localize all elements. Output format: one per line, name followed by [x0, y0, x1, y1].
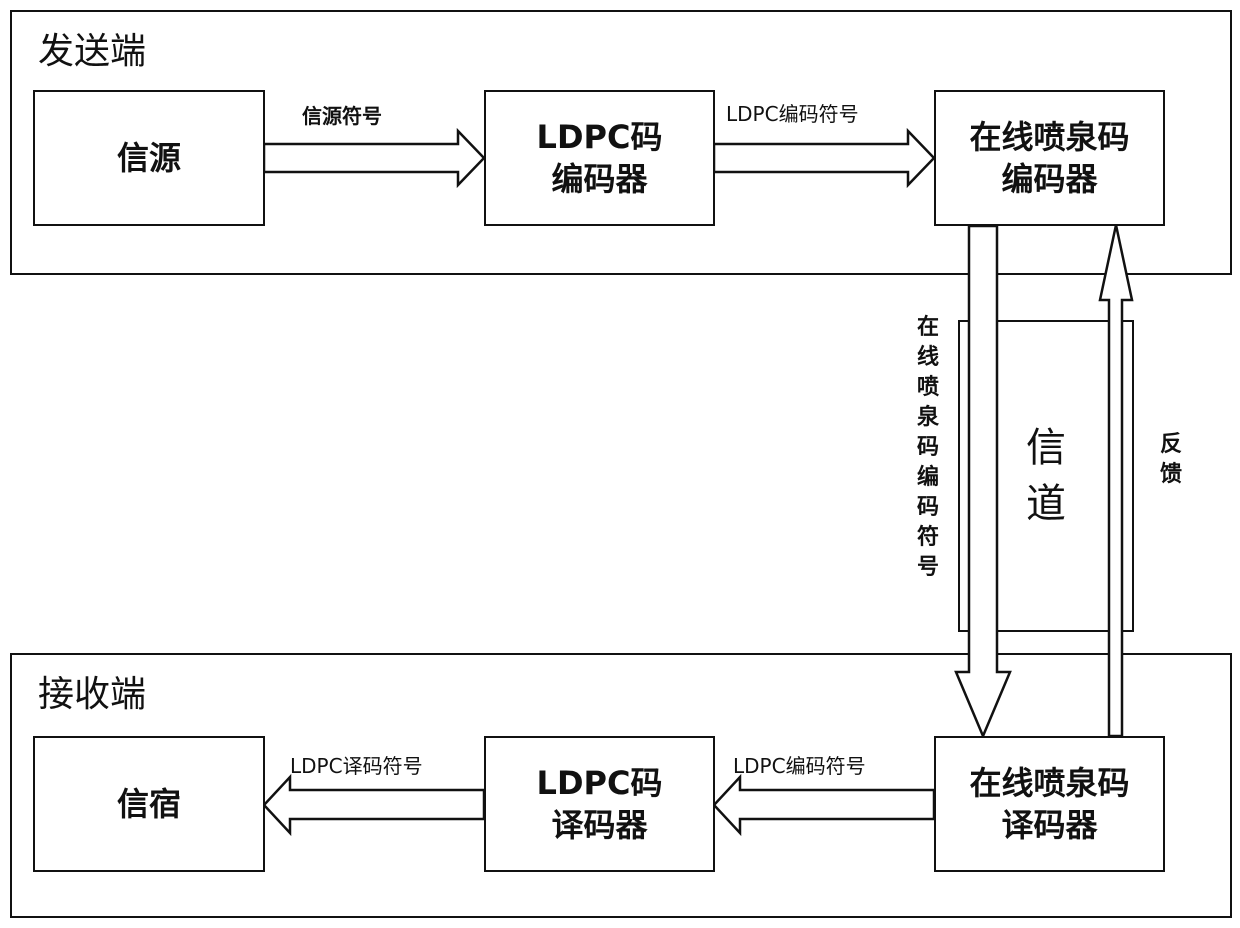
fountain-decoder-label-1: 在线喷泉码 [969, 764, 1130, 802]
label-ldpc-encoded-symbols-tx: LDPC编码符号 [726, 102, 859, 126]
ldpc-encoder-label-2: 编码器 [551, 160, 648, 198]
source-block: 信源 [33, 90, 265, 226]
ldpc-encoder-block: LDPC码 编码器 [484, 90, 715, 226]
label-ldpc-encoded-symbols-rx: LDPC编码符号 [733, 754, 866, 778]
sink-block: 信宿 [33, 736, 265, 872]
arrow-ldpc-encoder-to-fountain-encoder [712, 127, 936, 189]
ldpc-decoder-label-1: LDPC码 [536, 764, 663, 802]
arrow-fountain-decoder-to-ldpc-decoder [712, 773, 936, 837]
fountain-encoder-label-2: 编码器 [1001, 160, 1098, 198]
fountain-decoder-block: 在线喷泉码 译码器 [934, 736, 1165, 872]
ldpc-decoder-block: LDPC码 译码器 [484, 736, 715, 872]
source-label: 信源 [116, 139, 181, 177]
label-source-symbols: 信源符号 [302, 104, 382, 128]
ldpc-decoder-label-2: 译码器 [551, 806, 648, 844]
arrow-ldpc-decoder-to-sink [262, 773, 486, 837]
arrow-source-to-ldpc-encoder [262, 127, 486, 189]
sink-label: 信宿 [116, 785, 181, 823]
label-fountain-encoded-symbols: 在线喷泉码编码符号 [916, 315, 939, 580]
arrow-fountain-encoder-to-decoder [954, 224, 1012, 740]
fountain-decoder-label-2: 译码器 [1001, 806, 1098, 844]
label-feedback: 反馈 [1159, 432, 1182, 487]
arrow-feedback [1098, 224, 1134, 738]
fountain-encoder-label-1: 在线喷泉码 [969, 118, 1130, 156]
label-ldpc-decoded-symbols: LDPC译码符号 [290, 754, 423, 778]
fountain-encoder-block: 在线喷泉码 编码器 [934, 90, 1165, 226]
ldpc-encoder-label-1: LDPC码 [536, 118, 663, 156]
